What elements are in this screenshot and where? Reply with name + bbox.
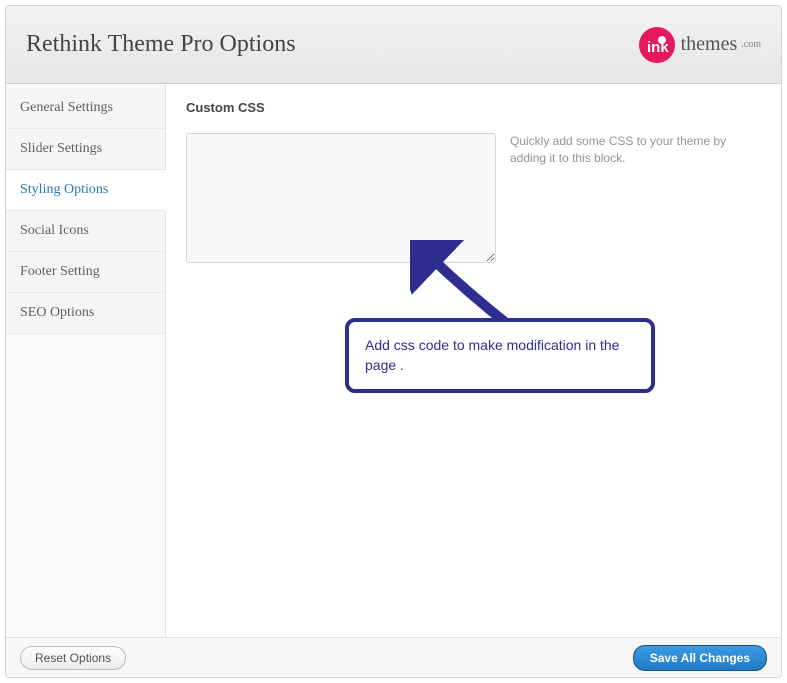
sidebar-item-styling-options[interactable]: Styling Options	[6, 170, 166, 211]
sidebar-item-footer-setting[interactable]: Footer Setting	[6, 252, 165, 293]
sidebar-item-general-settings[interactable]: General Settings	[6, 88, 165, 129]
brand-logo: ink themes .com	[637, 25, 761, 65]
sidebar-item-label: General Settings	[20, 100, 113, 115]
sidebar: General Settings Slider Settings Styling…	[6, 84, 166, 637]
panel-footer: Reset Options Save All Changes	[6, 637, 781, 677]
sidebar-item-label: SEO Options	[20, 305, 94, 320]
logo-suffix: .com	[741, 39, 761, 50]
section-title: Custom CSS	[186, 100, 761, 115]
panel-header: Rethink Theme Pro Options ink themes .co…	[6, 6, 781, 84]
save-button[interactable]: Save All Changes	[633, 645, 767, 671]
annotation-text: Add css code to make modification in the…	[365, 337, 619, 373]
reset-button[interactable]: Reset Options	[20, 646, 126, 670]
sidebar-item-label: Styling Options	[20, 182, 108, 197]
helper-text: Quickly add some CSS to your theme by ad…	[510, 133, 750, 168]
sidebar-item-label: Footer Setting	[20, 264, 100, 279]
sidebar-item-seo-options[interactable]: SEO Options	[6, 293, 165, 334]
svg-text:ink: ink	[647, 39, 669, 56]
sidebar-item-social-icons[interactable]: Social Icons	[6, 211, 165, 252]
logo-text: themes	[681, 33, 738, 56]
custom-css-textarea[interactable]	[186, 133, 496, 263]
logo-icon: ink	[637, 25, 677, 65]
sidebar-item-slider-settings[interactable]: Slider Settings	[6, 129, 165, 170]
annotation-callout: Add css code to make modification in the…	[345, 318, 655, 393]
page-title: Rethink Theme Pro Options	[26, 31, 296, 58]
sidebar-item-label: Social Icons	[20, 223, 89, 238]
sidebar-item-label: Slider Settings	[20, 141, 102, 156]
field-row-custom-css: Quickly add some CSS to your theme by ad…	[186, 133, 761, 263]
